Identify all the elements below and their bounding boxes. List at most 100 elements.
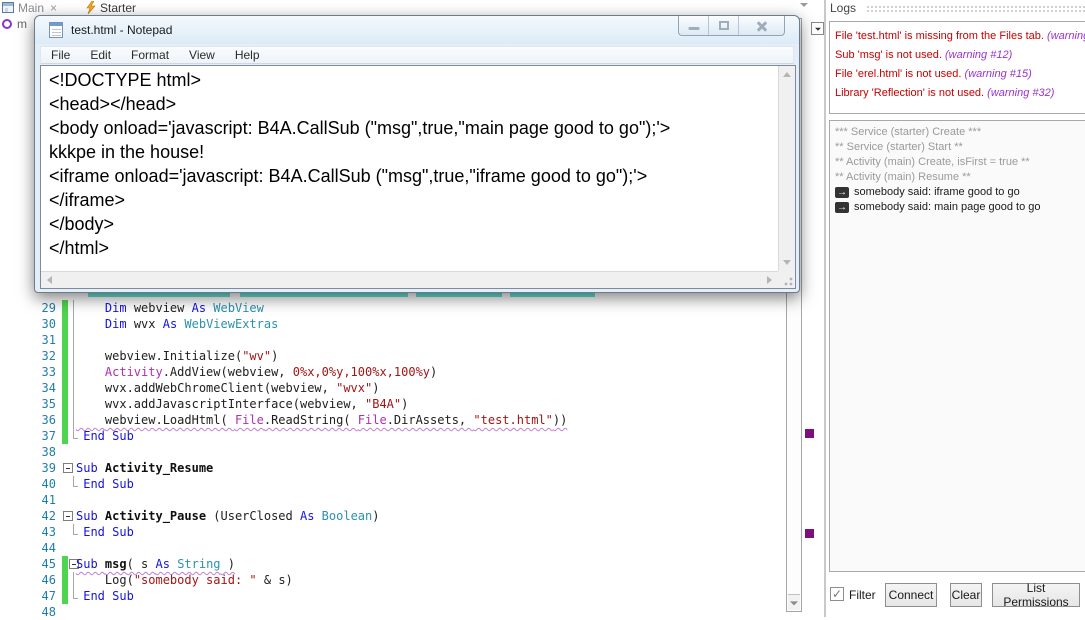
warnings-list[interactable]: File 'test.html' is missing from the Fil… <box>829 21 1085 114</box>
collapse-icon[interactable] <box>63 463 73 473</box>
line-number: 37 <box>41 429 56 443</box>
log-text: ** Service (starter) Start ** <box>835 141 963 153</box>
log-text: somebody said: iframe good to go <box>854 186 1020 198</box>
menu-item-format[interactable]: Format <box>121 48 179 62</box>
close-button[interactable] <box>739 16 784 35</box>
token: Sub <box>76 509 105 523</box>
menu-item-help[interactable]: Help <box>225 48 270 62</box>
log-text: somebody said: main page good to go <box>854 201 1041 213</box>
filter-checkbox[interactable]: ✓ <box>830 587 844 601</box>
token: ) <box>372 381 380 395</box>
token: Dim <box>104 301 134 315</box>
menu-item-edit[interactable]: Edit <box>80 48 121 62</box>
code-line: 40 End Sub <box>0 476 786 492</box>
outline-rail <box>73 380 74 396</box>
line-number: 46 <box>41 573 56 587</box>
document-line: <iframe onload='javascript: B4A.CallSub … <box>49 166 648 186</box>
warning-number: (warning <box>1047 30 1085 42</box>
line-number: 41 <box>41 493 56 507</box>
arrow-right-badge-icon: → <box>835 202 849 213</box>
log-output[interactable]: *** Service (starter) Create *** ** Servi… <box>829 120 1085 572</box>
change-bar <box>62 588 68 604</box>
arrow-right-badge-icon: → <box>835 187 849 198</box>
token: String <box>177 557 221 571</box>
outline-rail <box>73 348 74 364</box>
line-number: 33 <box>41 365 56 379</box>
token: Log( <box>104 573 134 587</box>
change-bar <box>62 348 68 364</box>
code-text: End Sub <box>76 429 134 443</box>
line-number: 32 <box>41 349 56 363</box>
notepad-document: <!DOCTYPE html> <head></head> <body onload… <box>49 68 775 268</box>
filter-label: Filter <box>849 588 876 602</box>
tab-starter[interactable]: Starter <box>86 0 136 15</box>
change-bar <box>62 556 68 572</box>
token: msg <box>104 557 127 571</box>
arrow-left-icon <box>47 276 52 284</box>
token: As <box>162 317 185 331</box>
document-line: </html> <box>49 238 110 258</box>
code-text: Activity.AddView(webview, 0%x,0%y,100%x,… <box>76 365 437 379</box>
maximize-button[interactable] <box>709 16 739 35</box>
scroll-down-button[interactable] <box>788 594 800 610</box>
token: End Sub <box>83 589 134 603</box>
code-line: 42 Sub Activity_Pause (UserClosed As Bool… <box>0 508 786 524</box>
code-line: 41 <box>0 492 786 508</box>
arrow-right-icon <box>767 276 772 284</box>
line-number: 31 <box>41 333 56 347</box>
code-text: Sub Activity_Resume <box>76 461 213 475</box>
dropdown-button[interactable] <box>811 22 824 35</box>
close-icon[interactable]: × <box>50 1 57 15</box>
line-number: 36 <box>41 413 56 427</box>
list-permissions-button[interactable]: List Permissions <box>992 581 1080 609</box>
menu-item-view[interactable]: View <box>179 48 225 62</box>
log-line: ** Activity (main) Create, isFirst = tru… <box>835 155 1085 170</box>
token: 0%x,0%y,100%x,100%y <box>292 365 431 379</box>
token: File <box>234 413 264 427</box>
tab-main[interactable]: Main × <box>2 0 57 15</box>
minimize-icon <box>688 27 699 30</box>
document-line: <head></head> <box>49 94 177 114</box>
token: wvx <box>133 317 163 331</box>
arrow-down-icon <box>800 3 808 7</box>
code-line: 30 Dim wvx As WebViewExtras <box>0 316 786 332</box>
resize-grip[interactable] <box>778 271 795 288</box>
document-line: <body onload='javascript: B4A.CallSub ("… <box>49 118 671 138</box>
token: End Sub <box>83 429 134 443</box>
token: WebView <box>213 301 264 315</box>
logs-controls: ✓ Filter Connect Clear List Permissions <box>826 581 1085 609</box>
change-bar <box>62 300 68 316</box>
notepad-vertical-scrollbar[interactable] <box>778 66 795 271</box>
token: Sub <box>76 557 105 571</box>
scrollbar-warning-mark[interactable] <box>805 529 814 538</box>
document-line: </iframe> <box>49 190 126 210</box>
menu-item-file[interactable]: File <box>41 48 80 62</box>
outline-rail-end <box>73 428 78 439</box>
token: wvx.addJavascriptInterface(webview, <box>104 397 365 411</box>
token: As <box>299 509 322 523</box>
code-line: 36 webview.LoadHtml( File.ReadString( Fi… <box>0 412 786 428</box>
collapse-icon[interactable] <box>63 511 73 521</box>
scrollbar-warning-mark[interactable] <box>805 429 814 438</box>
clear-button[interactable]: Clear <box>950 583 982 607</box>
code-line: 48 <box>0 604 786 620</box>
outline-rail <box>73 572 74 588</box>
minimize-button[interactable] <box>679 16 709 35</box>
connect-button[interactable]: Connect <box>885 583 937 607</box>
token: ) <box>372 509 380 523</box>
token: "somebody said: " <box>133 573 257 587</box>
notepad-text-area[interactable]: <!DOCTYPE html> <head></head> <body onload… <box>40 65 796 289</box>
notepad-horizontal-scrollbar[interactable] <box>41 271 778 288</box>
warning-line: Library 'Reflection' is not used. (warni… <box>835 84 1085 103</box>
notepad-window-title: test.html - Notepad <box>71 23 173 37</box>
maximize-icon <box>718 21 729 30</box>
code-editor[interactable]: 29 Dim webview As WebView 30 Dim wvx As W… <box>0 283 786 620</box>
log-line: ** Activity (main) Resume ** <box>835 170 1085 185</box>
token: "B4A" <box>365 397 402 411</box>
outline-rail-end <box>73 476 78 487</box>
change-bar <box>62 364 68 380</box>
panel-grip-texture[interactable] <box>866 5 1085 13</box>
notepad-window: test.html - Notepad File Edit Format View He… <box>34 15 800 293</box>
arrow-down-icon <box>783 260 791 265</box>
token: WebViewExtras <box>184 317 279 331</box>
